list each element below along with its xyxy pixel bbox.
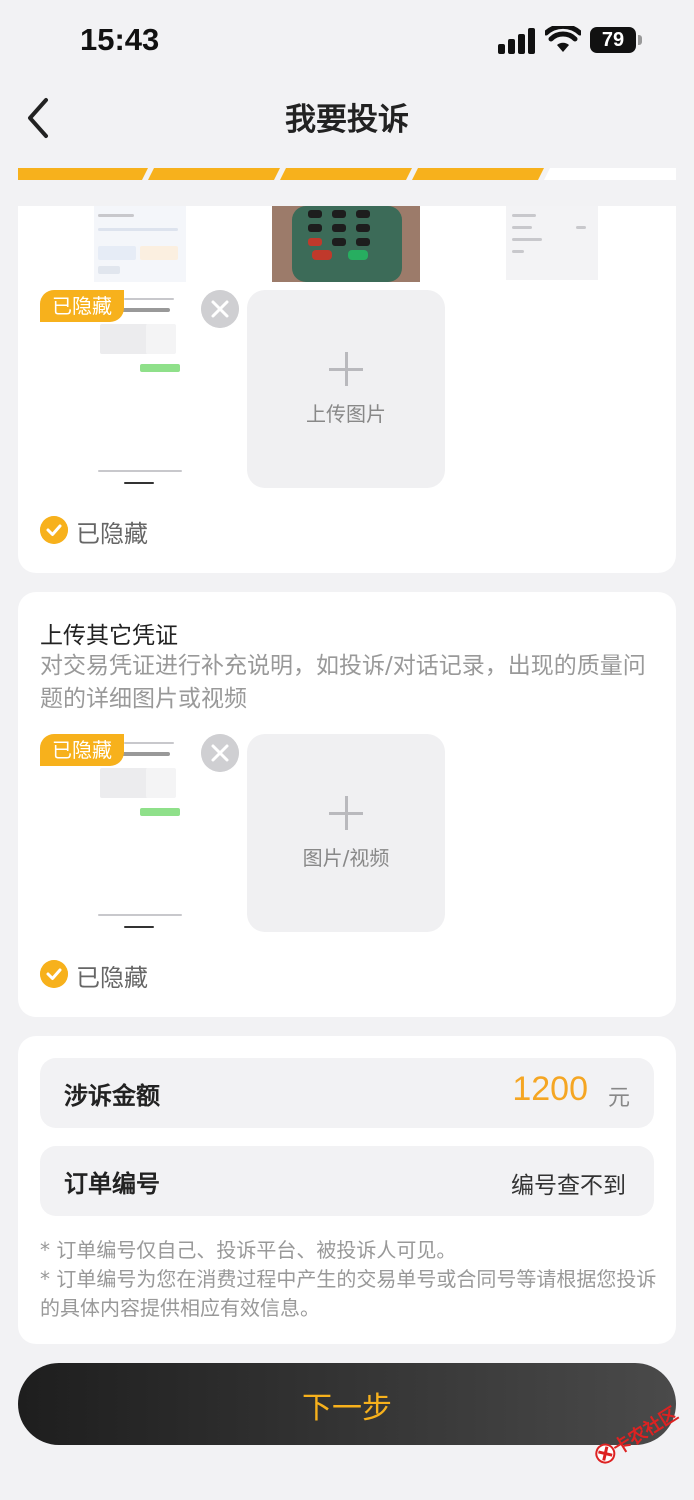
check-label: 已隐藏 xyxy=(76,520,148,548)
check-icon xyxy=(40,516,68,544)
order-number-label: 订单编号 xyxy=(64,1170,160,1198)
page-title: 我要投诉 xyxy=(285,102,409,138)
evidence-thumbnail[interactable] xyxy=(94,206,186,282)
progress-step-2 xyxy=(148,168,280,180)
signal-icon xyxy=(498,28,538,54)
amount-field[interactable]: 涉诉金额 1200 元 xyxy=(40,1058,654,1128)
close-icon[interactable] xyxy=(201,734,239,772)
evidence-card: 已隐藏 上传图片 已隐藏 xyxy=(18,206,676,573)
settings-screenshot-thumbnail[interactable] xyxy=(506,206,598,280)
progress-step-5 xyxy=(544,168,676,180)
nav-bar: 我要投诉 xyxy=(0,80,694,160)
progress-steps xyxy=(18,168,676,180)
check-label: 已隐藏 xyxy=(76,964,148,992)
close-icon[interactable] xyxy=(201,290,239,328)
order-number-field[interactable]: 订单编号 编号查不到 xyxy=(40,1146,654,1216)
amount-value: 1200 xyxy=(512,1070,588,1108)
order-note-2: * 订单编号为您在消费过程中产生的交易单号或合同号等请根据您投诉的具体内容提供相… xyxy=(40,1267,657,1320)
upload-media-button[interactable]: 图片/视频 xyxy=(247,734,445,932)
next-step-button[interactable]: 下一步 xyxy=(18,1363,676,1445)
amount-label: 涉诉金额 xyxy=(64,1082,160,1110)
other-evidence-card: 上传其它凭证 对交易凭证进行补充说明，如投诉/对话记录，出现的质量问题的详细图片… xyxy=(18,592,676,1017)
wifi-icon xyxy=(545,26,581,52)
check-icon xyxy=(40,960,68,988)
order-note-1: * 订单编号仅自己、投诉平台、被投诉人可见。 xyxy=(40,1238,457,1262)
next-step-label: 下一步 xyxy=(302,1391,392,1426)
order-number-value: 编号查不到 xyxy=(511,1173,626,1199)
progress-step-4 xyxy=(412,168,544,180)
pos-machine-photo[interactable] xyxy=(272,206,420,282)
plus-icon xyxy=(329,796,363,830)
upload-image-button[interactable]: 上传图片 xyxy=(247,290,445,488)
battery-icon: 79 xyxy=(590,27,636,53)
status-time: 15:43 xyxy=(80,22,160,57)
section-description: 对交易凭证进行补充说明，如投诉/对话记录，出现的质量问题的详细图片或视频 xyxy=(40,653,646,712)
amount-unit: 元 xyxy=(607,1086,630,1111)
progress-step-1 xyxy=(18,168,148,180)
battery-tip xyxy=(638,35,642,45)
section-title: 上传其它凭证 xyxy=(40,623,178,649)
upload-label: 上传图片 xyxy=(306,402,386,426)
hidden-tag: 已隐藏 xyxy=(40,734,124,766)
upload-label: 图片/视频 xyxy=(302,846,390,870)
plus-icon xyxy=(329,352,363,386)
order-info-card: 涉诉金额 1200 元 订单编号 编号查不到 * 订单编号仅自己、投诉平台、被投… xyxy=(18,1036,676,1344)
hidden-tag: 已隐藏 xyxy=(40,290,124,322)
progress-step-3 xyxy=(280,168,412,180)
status-bar: 15:43 79 xyxy=(0,0,694,80)
